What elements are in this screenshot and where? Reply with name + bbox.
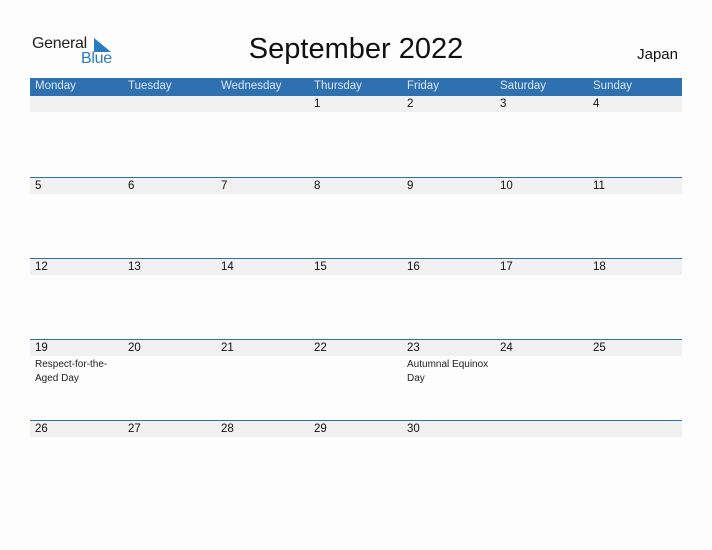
weekday-sunday: Sunday	[593, 80, 633, 92]
holiday-label: Respect-for-the-Aged Day	[35, 359, 108, 384]
day-number: 15	[314, 261, 327, 273]
week-row: 19 Respect-for-the-Aged Day 20 21 22 23 Autumn…	[30, 339, 682, 421]
day-number: 5	[35, 180, 42, 192]
day-number: 19	[35, 342, 48, 354]
day-number: 20	[128, 342, 141, 354]
week-row: 12 13 14 15 16 17 18	[30, 258, 682, 340]
day-number: 16	[407, 261, 420, 273]
day-number: 28	[221, 423, 234, 435]
week-row: 1 2 3 4	[30, 96, 682, 177]
day-number: 21	[221, 342, 234, 354]
day-number: 29	[314, 423, 327, 435]
holiday-label: Autumnal Equinox Day	[407, 359, 489, 384]
date-strip	[30, 96, 682, 112]
country-label: Japan	[637, 46, 678, 63]
day-number: 25	[593, 342, 606, 354]
weekday-friday: Friday	[407, 80, 439, 92]
day-number: 18	[593, 261, 606, 273]
day-number: 17	[500, 261, 513, 273]
day-number: 24	[500, 342, 513, 354]
day-number: 27	[128, 423, 141, 435]
calendar-title: September 2022	[248, 33, 464, 65]
day-number: 7	[221, 180, 228, 192]
weekday-saturday: Saturday	[500, 80, 547, 92]
day-number: 12	[35, 261, 48, 273]
day-number: 22	[314, 342, 327, 354]
weekday-monday: Monday	[35, 80, 76, 92]
weekday-header: Monday Tuesday Wednesday Thursday Friday Satu…	[30, 78, 682, 96]
week-row: 5 6 7 8 9 10 11	[30, 177, 682, 259]
day-number: 26	[35, 423, 48, 435]
day-number: 30	[407, 423, 420, 435]
day-number: 14	[221, 261, 234, 273]
day-number: 1	[314, 98, 321, 110]
day-number: 2	[407, 98, 414, 110]
day-number: 23	[407, 342, 420, 354]
day-number: 9	[407, 180, 414, 192]
weekday-tuesday: Tuesday	[128, 80, 172, 92]
day-number: 6	[128, 180, 135, 192]
week-row: 26 27 28 29 30	[30, 420, 682, 502]
weekday-thursday: Thursday	[314, 80, 362, 92]
weekday-wednesday: Wednesday	[221, 80, 282, 92]
day-number: 4	[593, 98, 600, 110]
day-number: 3	[500, 98, 507, 110]
day-number: 10	[500, 180, 513, 192]
day-number: 8	[314, 180, 321, 192]
day-number: 11	[593, 180, 605, 192]
day-number: 13	[128, 261, 141, 273]
